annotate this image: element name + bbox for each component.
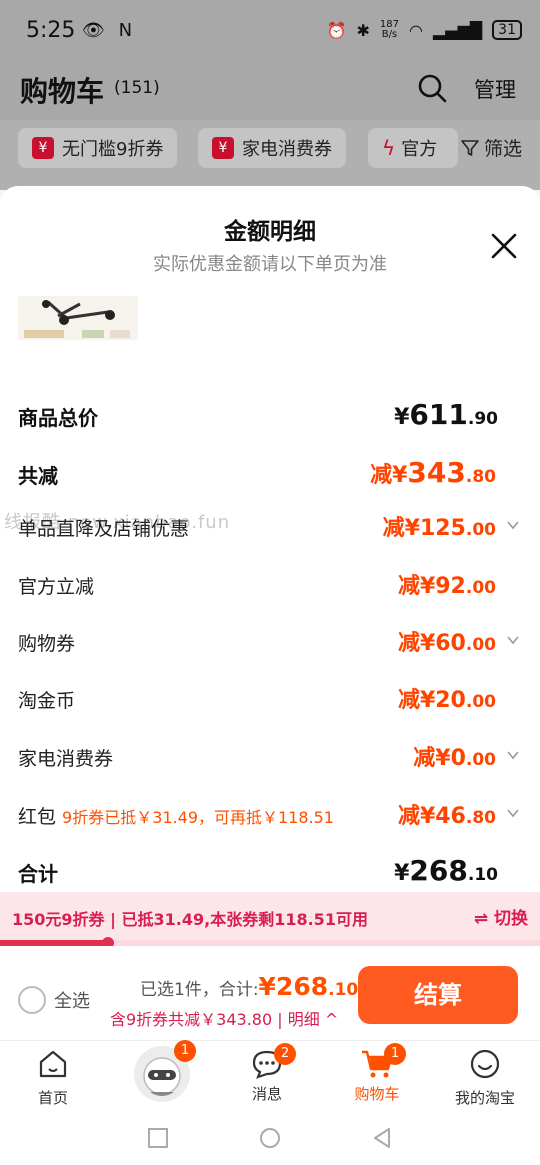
back-icon[interactable]: [370, 1126, 394, 1150]
checkout-button[interactable]: 结算: [358, 966, 518, 1024]
cart-header: 购物车 (151) 管理: [0, 60, 540, 120]
page-title: 购物车: [20, 75, 105, 108]
lightning-icon: ϟ: [382, 136, 396, 160]
filter-chip-coupon[interactable]: ¥ 无门槛9折券: [18, 128, 178, 168]
row-grand-total: 合计 ¥268.10: [18, 854, 522, 888]
cart-badge: 1: [384, 1043, 406, 1065]
row-shopping-coupon[interactable]: 购物券 减¥60.00: [18, 625, 522, 659]
amount-detail-sheet: 金额明细 实际优惠金额请以下单页为准 商品总价 ¥611.90 共减 减¥343…: [0, 186, 540, 892]
avatar-badge: 1: [174, 1040, 196, 1062]
status-left-icons: 👁 N: [82, 20, 137, 41]
row-store-discount[interactable]: 单品直降及店铺优惠 减¥125.00: [18, 510, 522, 544]
select-all-toggle[interactable]: 全选: [18, 986, 90, 1014]
checkout-total: ¥268.10: [258, 972, 359, 1001]
system-nav-bar: [0, 1110, 540, 1165]
tab-messages[interactable]: 2 消息: [222, 1043, 312, 1104]
tab-home[interactable]: 首页: [8, 1047, 98, 1108]
row-red-packet[interactable]: 红包 9折券已抵￥31.49，可再抵￥118.51 减¥46.80: [18, 798, 522, 832]
row-appliance-coupon[interactable]: 家电消费券 减¥0.00: [18, 740, 522, 774]
red-packet-note: 9折券已抵￥31.49，可再抵￥118.51: [62, 808, 334, 827]
recent-apps-icon[interactable]: [146, 1126, 170, 1150]
select-all-radio[interactable]: [18, 986, 46, 1014]
tab-cart[interactable]: 1 购物车: [332, 1043, 422, 1104]
row-total-reduction: 共减 减¥343.80: [18, 456, 522, 490]
wifi-icon: ◠: [408, 20, 423, 40]
bluetooth-icon: ✱: [356, 20, 370, 40]
filter-bar: ¥ 无门槛9折券 ¥ 家电消费券 ϟ 官方 筛选: [0, 120, 540, 190]
checkout-bar: 全选 已选1件，合计:¥268.10 含9折券共减￥343.80 | 明细 ^ …: [0, 946, 540, 1040]
alarm-icon: ⏰: [326, 20, 347, 40]
row-taojinbi: 淘金币 减¥20.00: [18, 688, 496, 713]
coupon-banner: 150元9折券 | 已抵31.49,本张券剩118.51可用 ⇌ 切换: [0, 892, 540, 940]
sheet-subtitle: 实际优惠金额请以下单页为准: [153, 254, 387, 275]
coupon-icon: ¥: [32, 137, 54, 159]
checkout-summary: 已选1件，合计:¥268.10: [140, 972, 359, 1001]
discount-detail-toggle[interactable]: 含9折券共减￥343.80 | 明细 ^: [110, 1006, 338, 1030]
chevron-down-icon: [507, 636, 519, 645]
battery-icon: 31: [492, 20, 522, 40]
chevron-down-icon: [507, 809, 519, 818]
filter-chip-official[interactable]: ϟ 官方: [368, 128, 458, 168]
status-right-icons: ⏰ ✱ 187 B/s ◠ ▂▄▆█ 31: [327, 20, 522, 40]
product-thumbnail: [18, 296, 138, 340]
home-icon: [39, 1050, 67, 1078]
total-price-value: ¥611.90: [394, 398, 498, 431]
avatar[interactable]: 1: [134, 1040, 196, 1102]
grand-total-label: 合计: [18, 862, 58, 886]
chevron-down-icon: [507, 521, 519, 530]
filter-button[interactable]: 筛选: [460, 134, 522, 161]
bottom-tabbar: 首页 2 消息 1 购物车 我的淘宝: [0, 1040, 540, 1110]
sheet-title: 金额明细: [224, 219, 316, 245]
close-icon[interactable]: [490, 232, 518, 260]
total-reduction-value: 减¥343.80: [370, 456, 496, 489]
search-icon[interactable]: [416, 72, 448, 104]
status-bar: 5:25 👁 N ⏰ ✱ 187 B/s ◠ ▂▄▆█ 31: [0, 0, 540, 60]
row-official-discount: 官方立减 减¥92.00: [18, 574, 496, 599]
filter-chip-appliance[interactable]: ¥ 家电消费券: [198, 128, 346, 168]
coupon-icon: ¥: [212, 137, 234, 159]
funnel-icon: [461, 139, 479, 156]
cart-count: (151): [114, 78, 160, 98]
net-speed: 187 B/s: [379, 19, 399, 40]
total-reduction-label: 共减: [18, 464, 58, 488]
home-nav-icon[interactable]: [258, 1126, 282, 1150]
stroller-image: [18, 296, 138, 340]
messages-badge: 2: [274, 1043, 296, 1065]
chevron-down-icon: [507, 751, 519, 760]
signal-icon: ▂▄▆█: [432, 20, 483, 40]
smiley-icon: [470, 1049, 500, 1079]
row-total-price: 商品总价 ¥611.90: [18, 398, 522, 432]
tab-my-taobao[interactable]: 我的淘宝: [440, 1047, 530, 1108]
switch-coupon-button[interactable]: ⇌ 切换: [474, 904, 528, 929]
total-price-label: 商品总价: [18, 406, 98, 430]
grand-total-value: ¥268.10: [394, 854, 498, 887]
status-time: 5:25: [26, 18, 76, 43]
manage-button[interactable]: 管理: [474, 74, 516, 104]
coupon-banner-text: 150元9折券 | 已抵31.49,本张券剩118.51可用: [12, 910, 368, 929]
